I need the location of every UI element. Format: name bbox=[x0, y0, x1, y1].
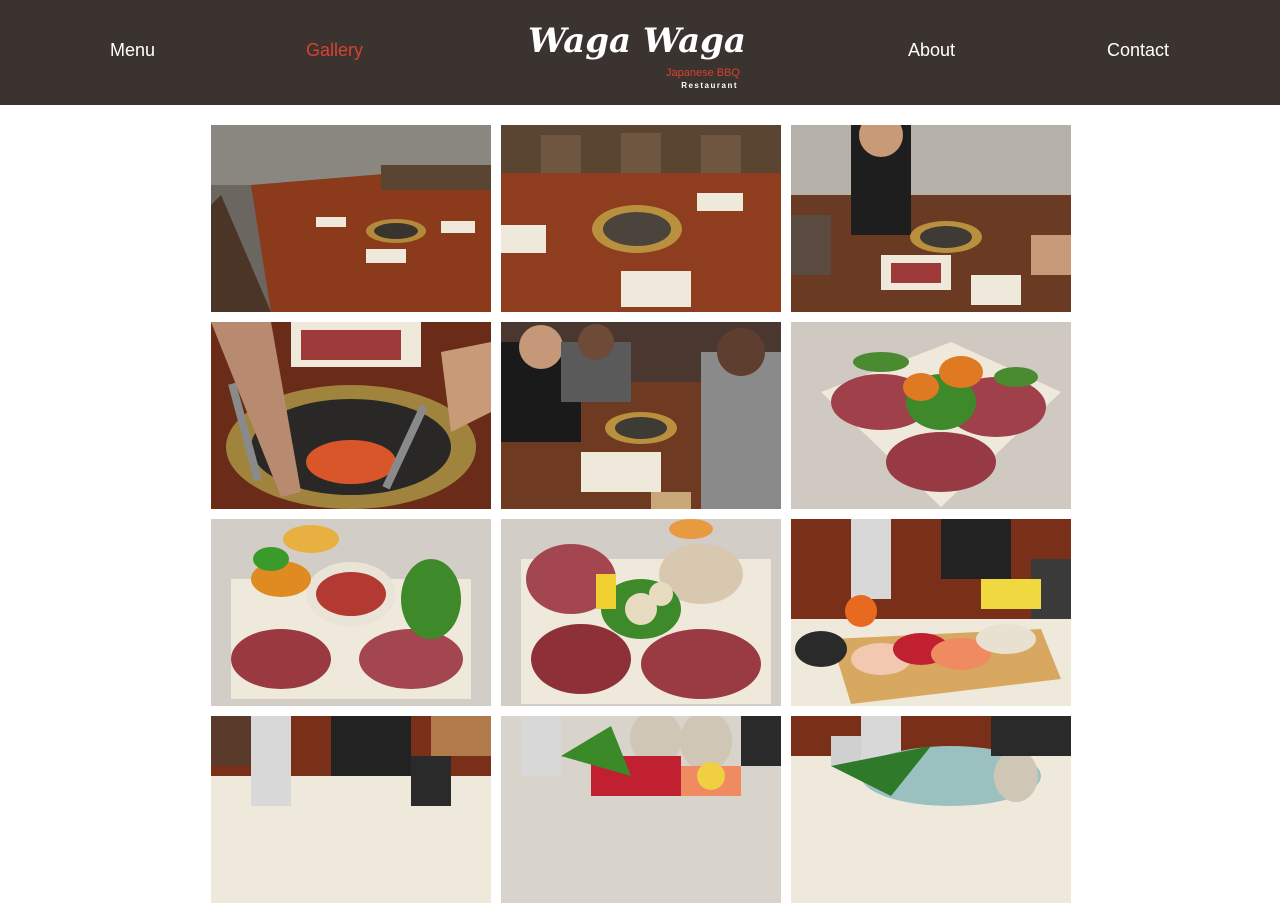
gallery-photo[interactable] bbox=[211, 125, 491, 312]
gallery-photo[interactable] bbox=[211, 322, 491, 509]
gallery-photo[interactable] bbox=[501, 125, 781, 312]
photo-sushi-set bbox=[791, 519, 1071, 706]
gallery-photo[interactable] bbox=[211, 519, 491, 706]
photo-sake-tea bbox=[211, 716, 491, 903]
site-header: Menu Gallery Waga Waga Japanese BBQ Rest… bbox=[0, 0, 1280, 105]
photo-gallery bbox=[211, 125, 1071, 903]
logo-tagline: Restaurant bbox=[681, 81, 738, 90]
nav-menu-link[interactable]: Menu bbox=[110, 38, 155, 62]
photo-dining-table bbox=[211, 125, 491, 312]
nav-about-link[interactable]: About bbox=[908, 38, 955, 62]
gallery-photo[interactable] bbox=[501, 716, 781, 903]
photo-beef-platter bbox=[791, 322, 1071, 509]
gallery-photo[interactable] bbox=[791, 322, 1071, 509]
gallery-photo[interactable] bbox=[791, 716, 1071, 903]
photo-guests-dining bbox=[501, 322, 781, 509]
nav-contact-link[interactable]: Contact bbox=[1107, 38, 1169, 62]
logo-graphic: Waga Waga Japanese BBQ Restaurant bbox=[528, 21, 744, 90]
photo-seafood-platter bbox=[501, 519, 781, 706]
photo-sashimi-oysters bbox=[501, 716, 781, 903]
gallery-photo[interactable] bbox=[501, 519, 781, 706]
gallery-photo[interactable] bbox=[791, 125, 1071, 312]
logo-wordmark: Waga Waga bbox=[528, 21, 744, 61]
gallery-photo[interactable] bbox=[791, 519, 1071, 706]
photo-meat-platter bbox=[211, 519, 491, 706]
gallery-photo[interactable] bbox=[501, 322, 781, 509]
photo-tongs-grill bbox=[211, 322, 491, 509]
gallery-photo[interactable] bbox=[211, 716, 491, 903]
logo[interactable]: Waga Waga Japanese BBQ Restaurant bbox=[524, 18, 744, 92]
nav-gallery-link[interactable]: Gallery bbox=[306, 38, 363, 62]
photo-table-grill bbox=[501, 125, 781, 312]
photo-oysters-sake bbox=[791, 716, 1071, 903]
photo-diners-grilling bbox=[791, 125, 1071, 312]
logo-subtitle: Japanese BBQ bbox=[666, 67, 740, 79]
